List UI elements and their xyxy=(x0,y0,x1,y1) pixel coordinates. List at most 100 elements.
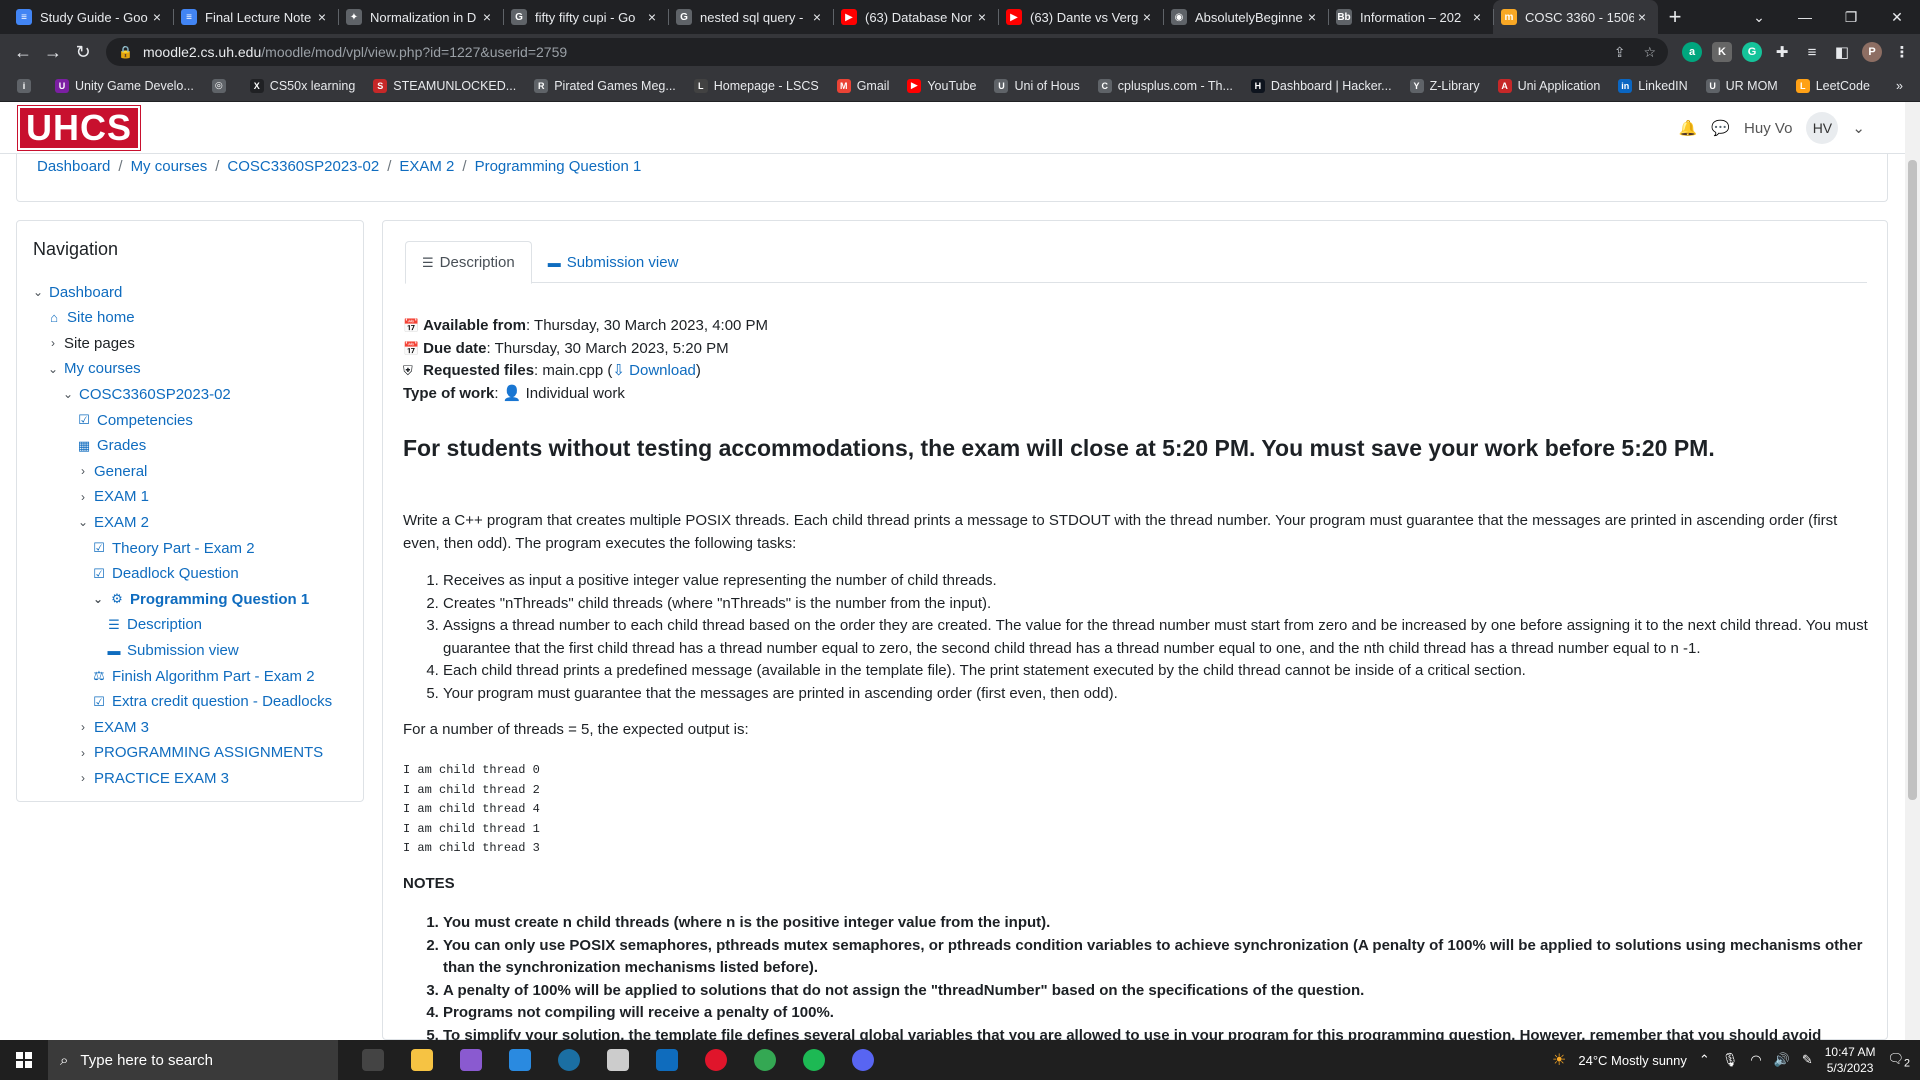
site-logo[interactable]: UHCS xyxy=(17,105,141,151)
nav-item[interactable]: ▦ Grades xyxy=(76,435,146,457)
browser-tab[interactable]: m COSC 3360 - 1506 × xyxy=(1493,0,1658,34)
bookmark-item[interactable]: U Uni of Hous xyxy=(987,78,1086,93)
nav-item[interactable]: › General xyxy=(76,460,147,482)
nav-chevron-icon[interactable]: ⌄ xyxy=(46,362,60,376)
bookmark-item[interactable]: i xyxy=(10,78,44,93)
share-icon[interactable]: ⇪ xyxy=(1614,44,1626,61)
taskbar-app-steam[interactable] xyxy=(544,1040,593,1080)
nav-chevron-icon[interactable]: › xyxy=(76,720,90,734)
tab-close-icon[interactable]: × xyxy=(1634,9,1650,25)
nav-item[interactable]: ☑ Theory Part - Exam 2 xyxy=(91,537,254,559)
breadcrumb-item[interactable]: Programming Question 1 xyxy=(475,158,642,175)
avatar[interactable]: HV xyxy=(1806,112,1839,144)
volume-icon[interactable]: 🔊 xyxy=(1774,1052,1790,1068)
nav-item[interactable]: ⌄ ⚙ Programming Question 1 xyxy=(91,588,309,610)
tab-close-icon[interactable]: × xyxy=(149,9,165,25)
notifications-bell-icon[interactable]: 🔔 xyxy=(1679,119,1698,137)
nav-chevron-icon[interactable]: › xyxy=(46,336,60,350)
grammarly-icon[interactable]: G xyxy=(1742,42,1762,62)
start-button[interactable] xyxy=(0,1040,48,1080)
tab-close-icon[interactable]: × xyxy=(1469,9,1485,25)
nav-chevron-icon[interactable]: ⌄ xyxy=(91,592,105,606)
nav-item[interactable]: ⌄ COSC3360SP2023-02 xyxy=(61,383,231,405)
microphone-icon[interactable]: 🎙 xyxy=(1722,1052,1739,1068)
bookmark-item[interactable]: L LeetCode xyxy=(1789,78,1877,93)
bookmark-item[interactable]: U Unity Game Develo... xyxy=(48,78,201,93)
browser-tab[interactable]: ◉ AbsolutelyBeginne × xyxy=(1163,0,1328,34)
wifi-icon[interactable]: ◠ xyxy=(1750,1052,1761,1068)
puzzle-icon[interactable]: ✚ xyxy=(1772,42,1792,62)
taskbar-app-opera[interactable] xyxy=(691,1040,740,1080)
page-scrollbar[interactable] xyxy=(1905,102,1920,1040)
bookmark-item[interactable]: Ccplusplus.com - Th... xyxy=(1091,78,1240,93)
clock[interactable]: 10:47 AM 5/3/2023 xyxy=(1825,1044,1876,1076)
browser-tab[interactable]: Gnested sql query - × xyxy=(668,0,833,34)
nav-item[interactable]: ☰ Description xyxy=(106,614,202,636)
bookmark-item[interactable]: U UR MOM xyxy=(1699,78,1785,93)
weather-text[interactable]: 24°C Mostly sunny xyxy=(1578,1053,1687,1068)
tab-submission-view[interactable]: ▬ Submission view xyxy=(532,241,695,284)
tab-close-icon[interactable]: × xyxy=(1304,9,1320,25)
taskbar-app-task-view[interactable] xyxy=(348,1040,397,1080)
taskbar-app-chrome[interactable] xyxy=(740,1040,789,1080)
bookmark-item[interactable]: in LinkedIN xyxy=(1611,78,1694,93)
bookmark-item[interactable]: M Gmail xyxy=(830,78,897,93)
tab-close-icon[interactable]: × xyxy=(974,9,990,25)
notification-center-icon[interactable]: 🗨2 xyxy=(1887,1051,1910,1070)
bookmark-star-icon[interactable]: ☆ xyxy=(1643,44,1656,61)
side-panel-icon[interactable]: ◧ xyxy=(1832,42,1852,62)
taskbar-app-spotify[interactable] xyxy=(789,1040,838,1080)
back-button[interactable]: ← xyxy=(8,37,38,67)
minimize-button[interactable]: — xyxy=(1782,0,1828,34)
breadcrumb-item[interactable]: Dashboard xyxy=(37,158,110,175)
url-input[interactable]: 🔒 moodle2.cs.uh.edu/moodle/mod/vpl/view.… xyxy=(106,38,1668,66)
tab-close-icon[interactable]: × xyxy=(1139,9,1155,25)
profile-avatar-icon[interactable]: P xyxy=(1862,42,1882,62)
reload-button[interactable]: ↻ xyxy=(68,37,98,67)
nav-item[interactable]: › EXAM 3 xyxy=(76,716,149,738)
browser-tab[interactable]: ≡ Final Lecture Note × xyxy=(173,0,338,34)
bookmark-item[interactable]: ◎ xyxy=(205,78,239,93)
nav-item[interactable]: ⌂ Site home xyxy=(46,307,134,329)
nav-chevron-icon[interactable]: › xyxy=(76,746,90,760)
tab-close-icon[interactable]: × xyxy=(809,9,825,25)
bookmark-item[interactable]: H Dashboard | Hacker... xyxy=(1244,78,1399,93)
nav-chevron-icon[interactable]: ⌄ xyxy=(76,515,90,529)
user-menu-chevron-icon[interactable]: ⌄ xyxy=(1852,119,1865,137)
taskbar-app-unity[interactable] xyxy=(593,1040,642,1080)
close-window-button[interactable]: ✕ xyxy=(1874,0,1920,34)
bookmark-item[interactable]: A Uni Application xyxy=(1491,78,1608,93)
tab-close-icon[interactable]: × xyxy=(644,9,660,25)
nav-item[interactable]: ⌄ Dashboard xyxy=(31,281,122,303)
browser-tab[interactable]: Bb Information – 202 × xyxy=(1328,0,1493,34)
restore-button[interactable]: ❐ xyxy=(1828,0,1874,34)
scrollbar-thumb[interactable] xyxy=(1908,160,1917,800)
nav-item[interactable]: ▬ Submission view xyxy=(106,639,239,661)
user-name[interactable]: Huy Vo xyxy=(1744,120,1792,137)
taskbar-app-visual-studio[interactable] xyxy=(446,1040,495,1080)
nav-item[interactable]: ⌄ My courses xyxy=(46,358,141,380)
nav-item[interactable]: ☑ Extra credit question - Deadlocks xyxy=(91,691,332,713)
taskbar-app-file-explorer[interactable] xyxy=(397,1040,446,1080)
bookmark-item[interactable]: ▶ YouTube xyxy=(900,78,983,93)
taskbar-search[interactable]: ⌕ Type here to search xyxy=(48,1040,338,1080)
messages-icon[interactable]: 💬 xyxy=(1711,119,1730,137)
nav-item[interactable]: ☑ Competencies xyxy=(76,409,193,431)
nav-item[interactable]: ☑ Deadlock Question xyxy=(91,563,239,585)
breadcrumb-item[interactable]: EXAM 2 xyxy=(399,158,454,175)
bookmark-item[interactable]: L Homepage - LSCS xyxy=(687,78,826,93)
browser-tab[interactable]: ▶ (63) Database Nor × xyxy=(833,0,998,34)
nav-item[interactable]: › EXAM 1 xyxy=(76,486,149,508)
bookmark-item[interactable]: S STEAMUNLOCKED... xyxy=(366,78,523,93)
tab-description[interactable]: ☰ Description xyxy=(405,241,532,284)
extension-icon[interactable]: K xyxy=(1712,42,1732,62)
browser-tab[interactable]: ✦ Normalization in D × xyxy=(338,0,503,34)
browser-tab[interactable]: ▶ (63) Dante vs Verg × xyxy=(998,0,1163,34)
tray-chevron-icon[interactable]: ⌃ xyxy=(1699,1052,1710,1068)
taskbar-app-vs-code[interactable] xyxy=(495,1040,544,1080)
browser-tab[interactable]: Gfifty fifty cupi - Go × xyxy=(503,0,668,34)
taskbar-app-outlook[interactable] xyxy=(642,1040,691,1080)
nav-item[interactable]: ⚖ Finish Algorithm Part - Exam 2 xyxy=(91,665,314,687)
nav-chevron-icon[interactable]: › xyxy=(76,490,90,504)
browser-tab[interactable]: ≡ Study Guide - Goo × xyxy=(8,0,173,34)
